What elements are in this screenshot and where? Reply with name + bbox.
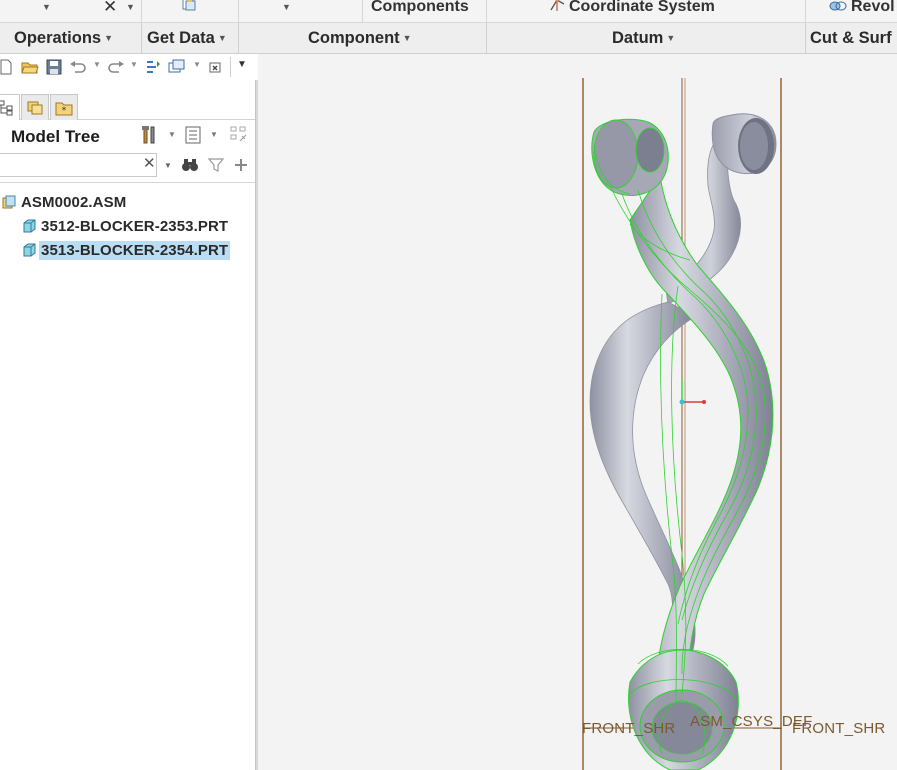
chevron-down-icon: ▼	[402, 33, 412, 43]
datum-label-front-left[interactable]: FRONT_SHR	[582, 720, 675, 737]
component-group-button[interactable]: Component ▼	[308, 29, 412, 48]
operations-group-button[interactable]: Operations ▼	[14, 29, 113, 48]
toolbar-separator	[230, 57, 231, 77]
component-group-label: Component	[308, 29, 400, 47]
part-icon	[23, 219, 36, 233]
chevron-down-icon[interactable]: ▼	[210, 130, 218, 139]
close-window-icon[interactable]	[206, 57, 226, 77]
ribbon-separator	[141, 0, 142, 22]
datum-group-button[interactable]: Datum ▼	[612, 29, 675, 48]
ribbon-separator	[238, 0, 239, 22]
ribbon-separator	[486, 0, 487, 22]
group-separator	[486, 23, 487, 53]
undo-icon[interactable]	[68, 57, 88, 77]
chevron-down-icon[interactable]: ▼	[282, 2, 291, 12]
ribbon-group-row: Operations ▼ Get Data ▼ Component ▼ Datum ▼ …	[0, 22, 897, 54]
csys-triad	[679, 380, 706, 405]
datum-group-label: Datum	[612, 29, 664, 47]
regenerate-icon[interactable]	[143, 57, 163, 77]
assembly-icon	[2, 195, 16, 209]
ribbon-separator	[805, 0, 806, 22]
tree-node-part-selected[interactable]: 3513-BLOCKER-2354.PRT	[22, 240, 231, 260]
show-options-icon[interactable]	[182, 124, 204, 146]
quick-access-toolbar: ▼ ▼ ▼ ▼	[0, 54, 255, 80]
model-tree-search-row: ✕ ▼	[0, 150, 255, 182]
coordinate-system-icon	[548, 0, 566, 17]
cut-surface-group-button[interactable]: Cut & Surf	[810, 29, 892, 48]
revolve-icon	[829, 0, 847, 17]
model-tree-tab-icon[interactable]	[0, 94, 20, 120]
components-button[interactable]: Components	[371, 0, 469, 16]
tree-node-label: 3513-BLOCKER-2354.PRT	[39, 240, 231, 260]
windows-icon[interactable]	[167, 57, 187, 77]
datum-label-front-right[interactable]: FRONT_SHR	[792, 720, 885, 737]
chevron-down-icon[interactable]: ▼	[42, 2, 51, 12]
navigator-tabs: *	[0, 92, 255, 120]
model-graphics	[582, 78, 782, 770]
settings-tools-icon[interactable]	[139, 124, 161, 146]
clear-search-icon[interactable]: ✕	[143, 156, 156, 172]
tree-node-label: 3512-BLOCKER-2353.PRT	[41, 217, 229, 235]
chevron-down-icon: ▼	[104, 33, 114, 43]
favorites-tab-icon[interactable]: *	[50, 94, 78, 120]
find-binoculars-icon[interactable]	[179, 154, 201, 176]
navigator-panel: * Model Tree ▼ ▼ ✕ ▼ ASM0002.ASM 3512-BL…	[0, 80, 255, 770]
folder-browser-tab-icon[interactable]	[21, 94, 49, 120]
ribbon-top-row: ▼ ✕ ▼ ▼ Components Coordinate System Rev…	[0, 0, 897, 22]
tree-node-label: ASM0002.ASM	[21, 193, 127, 211]
chevron-down-icon[interactable]: ▼	[130, 60, 138, 69]
model-tree-title: Model Tree	[11, 127, 100, 146]
chevron-down-icon[interactable]: ▼	[164, 161, 172, 170]
graphics-viewport[interactable]: FRONT_SHR ASM_CSYS_DEF FRONT_SHR	[258, 54, 897, 770]
tree-node-assembly[interactable]: ASM0002.ASM	[2, 192, 128, 212]
open-file-icon[interactable]	[20, 57, 40, 77]
chevron-down-icon: ▼	[666, 33, 676, 43]
svg-text:*: *	[62, 106, 67, 116]
get-data-group-label: Get Data	[147, 29, 215, 47]
customize-icon[interactable]: ▼	[237, 59, 247, 70]
paste-icon[interactable]	[181, 0, 197, 16]
operations-group-label: Operations	[14, 29, 102, 47]
tree-divider	[0, 182, 255, 183]
search-input[interactable]	[0, 153, 157, 177]
tree-columns-icon[interactable]	[228, 124, 250, 146]
chevron-down-icon: ▼	[217, 33, 227, 43]
revolve-button[interactable]: Revol	[851, 0, 895, 16]
get-data-group-button[interactable]: Get Data ▼	[147, 29, 227, 48]
model-tree-header: Model Tree ▼ ▼	[0, 120, 255, 150]
coordinate-system-button[interactable]: Coordinate System	[569, 0, 715, 16]
close-icon[interactable]: ✕	[103, 0, 117, 17]
chevron-down-icon[interactable]: ▼	[193, 60, 201, 69]
save-icon[interactable]	[44, 57, 64, 77]
chevron-down-icon[interactable]: ▼	[126, 2, 135, 12]
group-separator	[141, 23, 142, 53]
filter-icon[interactable]	[205, 154, 227, 176]
tree-node-part[interactable]: 3512-BLOCKER-2353.PRT	[22, 216, 230, 236]
part-icon	[23, 243, 36, 257]
chevron-down-icon[interactable]: ▼	[168, 130, 176, 139]
chevron-down-icon[interactable]: ▼	[93, 60, 101, 69]
new-file-icon[interactable]	[0, 57, 16, 77]
group-separator	[238, 23, 239, 53]
ribbon-separator	[362, 0, 363, 22]
redo-icon[interactable]	[106, 57, 126, 77]
group-separator	[805, 23, 806, 53]
add-icon[interactable]	[230, 154, 252, 176]
